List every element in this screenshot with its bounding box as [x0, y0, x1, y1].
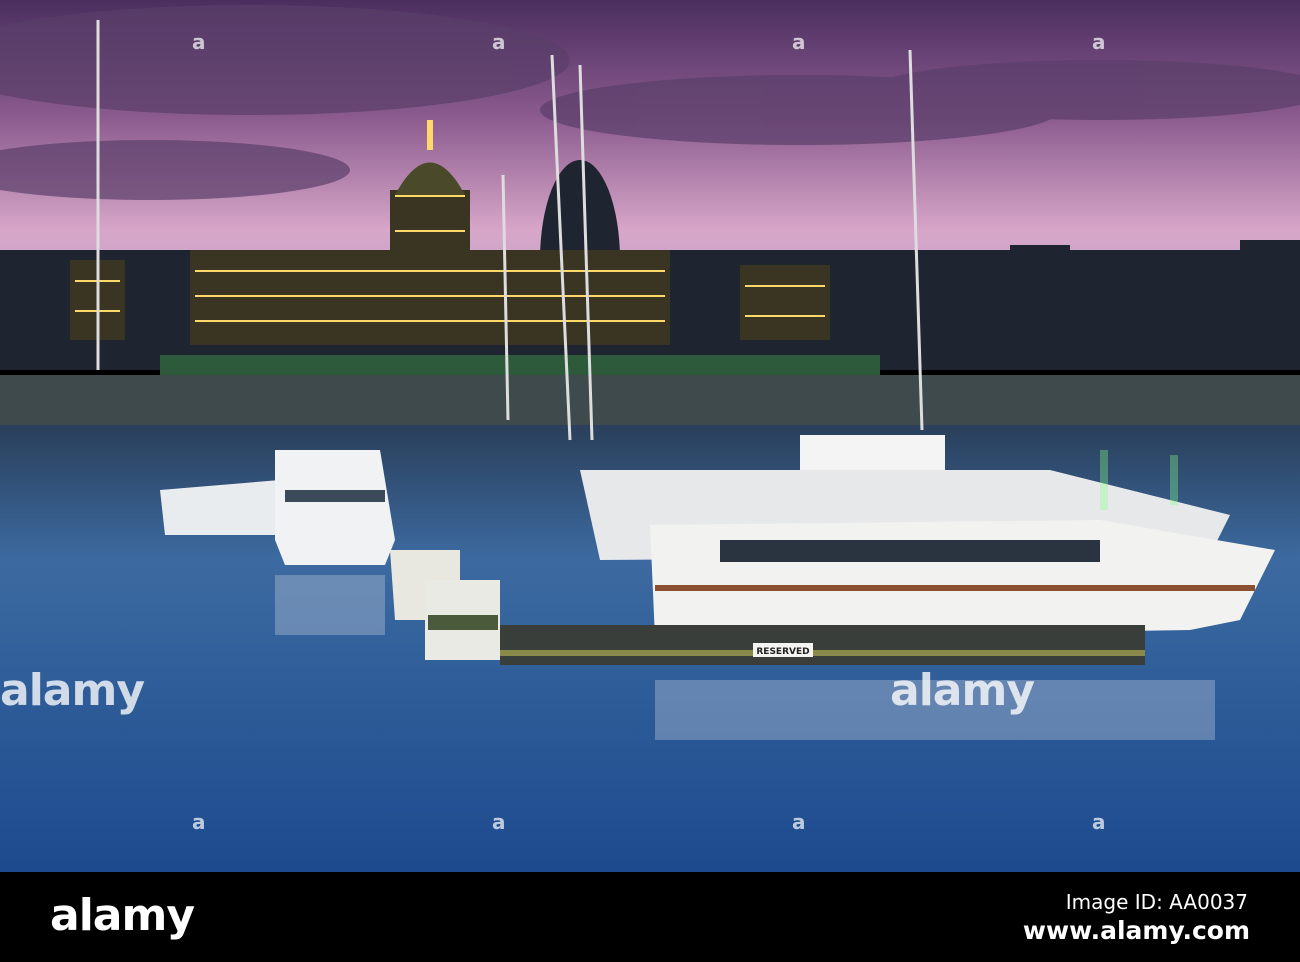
- harbour-photo: RESERVED: [0, 0, 1300, 872]
- watermark-mark: a: [792, 810, 806, 834]
- stock-photo: RESERVED alamy alamy a a a a a a a a ala…: [0, 0, 1300, 962]
- watermark-mark: a: [492, 810, 506, 834]
- alamy-logo: alamy: [50, 890, 195, 941]
- site-url: www.alamy.com: [1022, 916, 1250, 945]
- image-id: Image ID: AA0037: [1065, 890, 1248, 914]
- watermark-mark: a: [1092, 810, 1106, 834]
- watermark: alamy: [0, 665, 145, 716]
- watermark: alamy: [890, 665, 1035, 716]
- dock: RESERVED: [500, 625, 1145, 665]
- watermark-mark: a: [192, 30, 206, 54]
- watermark-mark: a: [1092, 30, 1106, 54]
- watermark-mark: a: [192, 810, 206, 834]
- watermark-mark: a: [792, 30, 806, 54]
- watermark-mark: a: [492, 30, 506, 54]
- seawall: [0, 375, 1300, 430]
- footer-bar: alamy Image ID: AA0037 www.alamy.com: [0, 872, 1300, 962]
- reserved-sign: RESERVED: [756, 647, 809, 657]
